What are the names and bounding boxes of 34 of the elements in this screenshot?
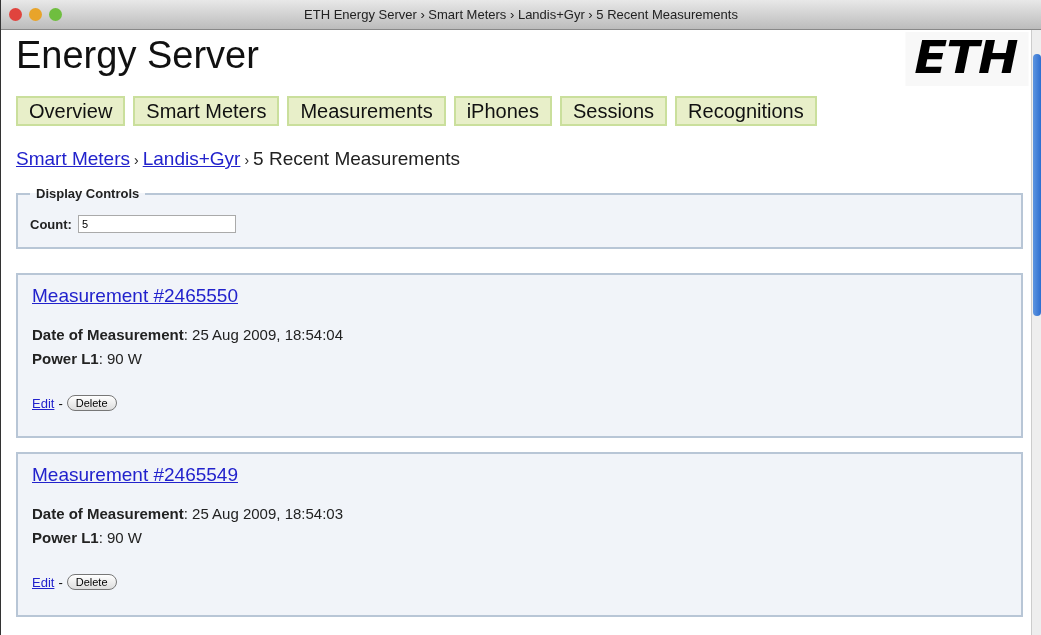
breadcrumb-separator: ›: [134, 152, 139, 168]
scrollbar[interactable]: [1031, 30, 1041, 635]
breadcrumb-link[interactable]: Smart Meters: [16, 148, 131, 169]
zoom-icon[interactable]: [49, 8, 62, 21]
count-field[interactable]: 5: [77, 215, 236, 233]
action-separator: -: [58, 574, 63, 590]
scrollbar-thumb[interactable]: [1033, 54, 1041, 316]
count-label: Count:: [30, 216, 72, 232]
nav-tab[interactable]: Recognitions: [675, 96, 817, 126]
logo: ETH: [905, 32, 1029, 86]
measurement-field: Date of Measurement: 25 Aug 2009, 18:54:04: [32, 323, 1007, 347]
delete-button[interactable]: Delete: [66, 395, 117, 411]
measurement-field: Power L1: 90 W: [32, 347, 1007, 371]
close-icon[interactable]: [9, 8, 22, 21]
breadcrumb-separator: ›: [244, 152, 250, 168]
nav-tab[interactable]: Sessions: [559, 96, 668, 126]
minimize-icon[interactable]: [29, 8, 42, 21]
measurement-field: Date of Measurement: 25 Aug 2009, 18:54:03: [32, 502, 1007, 526]
window-title: ETH Energy Server › Smart Meters › Landis+Gyr › 5 Recent Measurements: [304, 7, 738, 22]
nav-tab[interactable]: Overview: [16, 96, 126, 126]
page-title: Energy Server: [16, 34, 259, 77]
edit-link[interactable]: Edit: [32, 395, 55, 411]
measurement-field: Power L1: 90 W: [32, 526, 1007, 550]
nav-tab[interactable]: Measurements: [287, 96, 446, 126]
breadcrumb-current: 5 Recent Measurements: [253, 148, 461, 169]
delete-button[interactable]: Delete: [66, 574, 117, 590]
nav-tab[interactable]: iPhones: [453, 96, 552, 126]
measurement-link[interactable]: Measurement #2465550: [32, 285, 238, 306]
measurement-link[interactable]: Measurement #2465549: [32, 464, 238, 485]
edit-link[interactable]: Edit: [32, 574, 55, 590]
panel-legend: Display Controls: [30, 186, 146, 201]
nav-tab[interactable]: Smart Meters: [133, 96, 280, 126]
breadcrumb-link[interactable]: Landis+Gyr: [142, 148, 241, 169]
action-separator: -: [58, 395, 63, 411]
